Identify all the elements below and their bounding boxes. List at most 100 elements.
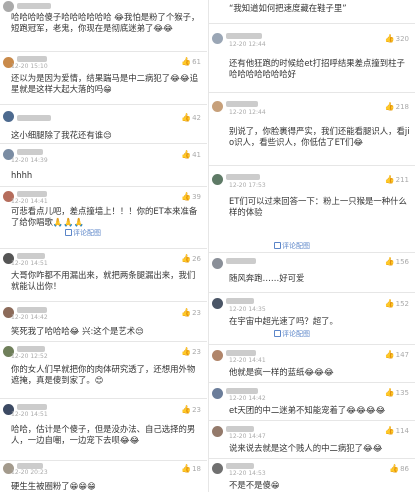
like-count: 218 xyxy=(395,103,409,111)
thumbs-up-icon: 👍 xyxy=(181,405,192,414)
like-button[interactable]: 👍41 xyxy=(181,150,201,160)
right-comment-column: “我知道如何把速度藏在鞋子里” 12-20 12:44 👍320 还有他狂跑的时… xyxy=(208,0,415,492)
thumbs-up-icon: 👍 xyxy=(384,426,395,435)
avatar[interactable] xyxy=(212,426,223,437)
comment-text: 这小细腿除了我花还有谁😒 xyxy=(11,130,112,140)
username-redacted xyxy=(226,426,254,432)
like-button[interactable]: 👍320 xyxy=(385,34,409,44)
avatar[interactable] xyxy=(212,101,223,112)
thumbs-up-icon: 👍 xyxy=(181,150,192,159)
username-redacted xyxy=(226,463,254,469)
avatar[interactable] xyxy=(212,174,223,185)
comment-item: 12-20 14:39 👍41 hhhh xyxy=(0,144,207,187)
like-button[interactable]: 👍152 xyxy=(385,299,409,309)
comment-text: 不是不是傻😁 xyxy=(229,480,280,490)
avatar[interactable] xyxy=(3,1,14,12)
image-icon xyxy=(274,242,281,249)
avatar[interactable] xyxy=(3,111,14,122)
comment-text: 笑死我了哈哈哈😂 兴:这个是艺术😒 xyxy=(11,326,144,336)
like-count: 114 xyxy=(395,427,409,435)
comment-timestamp: 12-20 20:23 xyxy=(11,469,48,476)
comment-item: 12-20 14:42 👍23 笑死我了哈哈哈😂 兴:这个是艺术😒 xyxy=(0,302,207,342)
like-button[interactable]: 👍23 xyxy=(181,347,201,357)
like-button[interactable]: 👍23 xyxy=(181,308,201,318)
thumbs-up-icon: 👍 xyxy=(384,34,395,43)
like-button[interactable]: 👍147 xyxy=(385,350,409,360)
comment-text: “我知道如何把速度藏在鞋子里” xyxy=(229,3,347,13)
comment-text: 可悲看点儿吧，差点撞墙上！！！你的ET本来准备了给你唱歌🙏🙏🙏 xyxy=(11,206,198,227)
comment-image-link[interactable]: 评论配图 xyxy=(274,330,310,339)
comment-item: 12-20 17:53 👍211 ET们可以过来回答一下：粉上一只猴是一种什么样… xyxy=(209,166,415,253)
like-button[interactable]: 👍42 xyxy=(181,113,201,123)
avatar[interactable] xyxy=(212,298,223,309)
username-redacted xyxy=(17,149,43,155)
username-redacted xyxy=(17,346,45,352)
comment-item: 12-20 14:42 👍135 et天团的中二迷弟不知能宠着了😂😂😂😂 xyxy=(209,383,415,421)
comment-timestamp: 12-20 14:35 xyxy=(229,306,266,313)
comment-timestamp: 12-20 14:47 xyxy=(229,433,266,440)
comment-timestamp: 12-20 14:41 xyxy=(11,198,48,205)
comment-image-link[interactable]: 评论配图 xyxy=(65,229,101,238)
thumbs-up-icon: 👍 xyxy=(389,464,400,473)
avatar[interactable] xyxy=(212,350,223,361)
like-button[interactable]: 👍86 xyxy=(389,464,409,474)
comment-text: hhhh xyxy=(11,170,33,180)
like-button[interactable]: 👍23 xyxy=(181,405,201,415)
like-count: 156 xyxy=(395,258,409,266)
username-redacted xyxy=(226,298,254,304)
like-button[interactable]: 👍39 xyxy=(181,192,201,202)
like-count: 23 xyxy=(192,309,201,317)
like-count: 320 xyxy=(395,35,409,43)
like-button[interactable]: 👍18 xyxy=(181,464,201,474)
like-button[interactable]: 👍135 xyxy=(385,388,409,398)
comment-text: 大哥你咋都不用漏出来，就把两条腿漏出来，我们就能认出你！ xyxy=(11,270,196,291)
thumbs-up-icon: 👍 xyxy=(181,57,192,66)
avatar[interactable] xyxy=(212,463,223,474)
comment-item: 12-20 12:44 👍218 别说了，你脸裹得严实，我们还能看腿识人，看ji… xyxy=(209,93,415,166)
comment-item: 哈哈哈哈傻子哈哈哈哈哈哈 😂我怕是粉了个猴子，短跑冠军，老鬼，你现在是彻底迷弟了… xyxy=(0,0,207,52)
username-redacted xyxy=(226,33,262,39)
comment-item: 12-20 14:41 👍39 可悲看点儿吧，差点撞墙上！！！你的ET本来准备了… xyxy=(0,187,207,249)
like-count: 135 xyxy=(395,389,409,397)
comment-timestamp: 12-20 12:44 xyxy=(229,41,266,48)
like-button[interactable]: 👍61 xyxy=(181,57,201,67)
comment-item: 👍156 随风奔跑……好可爱 xyxy=(209,253,415,293)
like-button[interactable]: 👍26 xyxy=(181,254,201,264)
thumbs-up-icon: 👍 xyxy=(384,350,395,359)
comment-text: et天团的中二迷弟不知能宠着了😂😂😂😂 xyxy=(229,405,386,415)
username-redacted xyxy=(226,350,256,356)
like-count: 18 xyxy=(192,465,201,473)
comment-item: 12-20 12:44 👍320 还有他狂跑的时候给et打招呼结果差点撞到柱子哈… xyxy=(209,24,415,93)
like-button[interactable]: 👍114 xyxy=(385,426,409,436)
comment-timestamp: 12-20 17:53 xyxy=(229,182,266,189)
comment-timestamp: 12-20 12:44 xyxy=(229,109,266,116)
comment-image-link[interactable]: 评论配图 xyxy=(274,242,310,251)
username-redacted xyxy=(17,56,47,62)
comment-timestamp: 12-20 12:52 xyxy=(11,353,48,360)
comment-text: ET们可以过来回答一下：粉上一只猴是一种什么样的体验 xyxy=(229,196,407,217)
username-redacted xyxy=(226,101,258,107)
avatar[interactable] xyxy=(212,33,223,44)
username-redacted xyxy=(17,307,47,313)
comment-timestamp: 12-20 14:42 xyxy=(229,395,266,402)
like-button[interactable]: 👍156 xyxy=(385,257,409,267)
comment-text: 随风奔跑……好可爱 xyxy=(229,273,305,283)
comment-item: “我知道如何把速度藏在鞋子里” xyxy=(209,0,415,24)
thumbs-up-icon: 👍 xyxy=(181,347,192,356)
username-redacted xyxy=(17,253,45,259)
like-button[interactable]: 👍218 xyxy=(385,102,409,112)
avatar[interactable] xyxy=(212,388,223,399)
like-count: 23 xyxy=(192,406,201,414)
thumbs-up-icon: 👍 xyxy=(384,388,395,397)
comment-text: 别说了，你脸裹得严实，我们还能看腿识人，看jio识人，看些识人，你低估了ET们😂 xyxy=(229,126,410,147)
thumbs-up-icon: 👍 xyxy=(384,299,395,308)
avatar[interactable] xyxy=(212,258,223,269)
thumbs-up-icon: 👍 xyxy=(181,308,192,317)
comment-text: 还以为是因为爱情，结果踹马是中二病犯了😂😂追星就是这样大起大落的吗😁 xyxy=(11,73,199,94)
like-count: 211 xyxy=(395,176,409,184)
comment-text: 他就是疯一样的蓝纸😂😂😂 xyxy=(229,367,334,377)
comment-image-label: 评论配图 xyxy=(282,242,310,250)
like-button[interactable]: 👍211 xyxy=(385,175,409,185)
comment-image-label: 评论配图 xyxy=(282,330,310,338)
comment-item: 👍42 这小细腿除了我花还有谁😒 xyxy=(0,105,207,144)
